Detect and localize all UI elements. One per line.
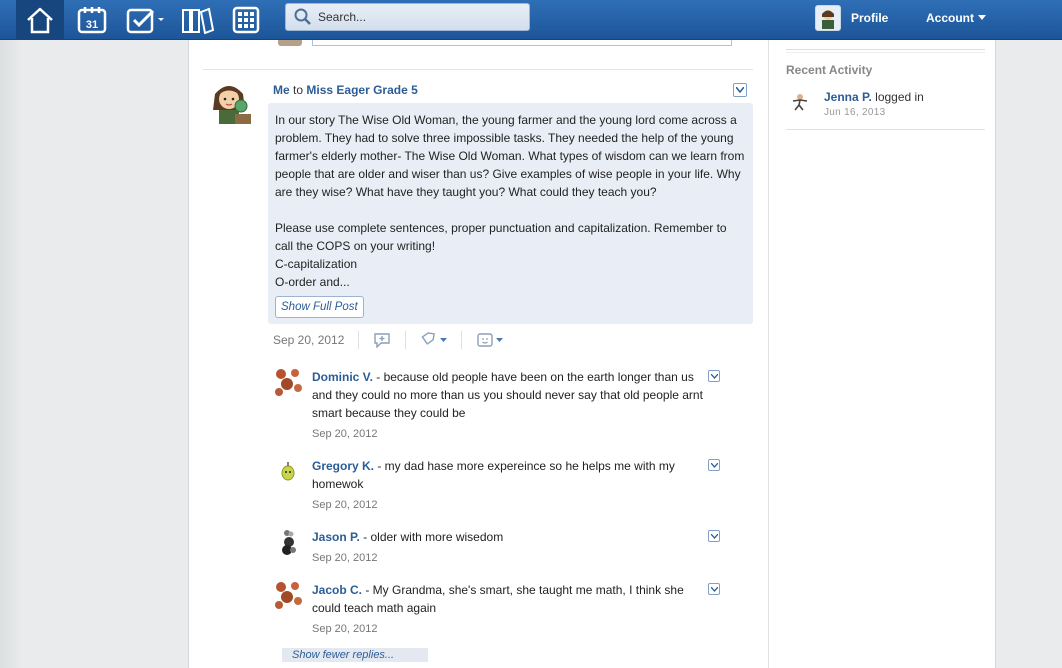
calendar-button[interactable]: 31 bbox=[72, 0, 112, 40]
post-options-dropdown[interactable] bbox=[733, 83, 747, 97]
apps-grid-icon bbox=[232, 6, 260, 34]
post-meta-bar: Sep 20, 2012 bbox=[273, 331, 504, 349]
library-icon bbox=[182, 7, 215, 34]
post-author-link[interactable]: Me bbox=[273, 83, 290, 97]
post-header: Me to Miss Eager Grade 5 bbox=[273, 83, 418, 97]
post-divider bbox=[203, 69, 753, 70]
assignments-button[interactable] bbox=[122, 0, 170, 40]
search-icon bbox=[294, 8, 311, 25]
reply-avatar[interactable] bbox=[273, 581, 303, 611]
calendar-icon: 31 bbox=[77, 7, 107, 34]
reply-icon bbox=[374, 333, 391, 348]
sidebar-divider bbox=[786, 52, 985, 53]
post-to-word: to bbox=[293, 83, 304, 97]
profile-button[interactable]: Profile bbox=[815, 5, 888, 31]
reply-button[interactable] bbox=[373, 332, 391, 348]
reply-text: Jacob C. - My Grandma, she's smart, she … bbox=[312, 581, 707, 617]
show-fewer-replies-link[interactable]: Show fewer replies... bbox=[282, 648, 428, 662]
search-input[interactable] bbox=[318, 10, 518, 24]
reply-options-dropdown[interactable] bbox=[708, 583, 720, 595]
reply-date: Sep 20, 2012 bbox=[312, 552, 378, 564]
recent-activity-title: Recent Activity bbox=[786, 63, 873, 77]
reply-item: Jacob C. - My Grandma, she's smart, she … bbox=[273, 581, 723, 637]
reply-avatar[interactable] bbox=[273, 457, 303, 487]
show-full-post-button[interactable]: Show Full Post bbox=[275, 296, 364, 318]
post-recipient-link[interactable]: Miss Eager Grade 5 bbox=[306, 83, 417, 97]
post-date: Sep 20, 2012 bbox=[273, 333, 345, 347]
smiley-icon bbox=[477, 333, 494, 347]
reply-date: Sep 20, 2012 bbox=[312, 499, 378, 511]
page-background-left bbox=[0, 40, 22, 668]
chevron-down-icon bbox=[736, 87, 744, 93]
reply-author-link[interactable]: Jacob C. bbox=[312, 583, 362, 597]
activity-date: Jun 16, 2013 bbox=[824, 107, 886, 118]
reply-text: Gregory K. - my dad hase more expereince… bbox=[312, 457, 707, 493]
reply-author-link[interactable]: Jason P. bbox=[312, 530, 360, 544]
chevron-down-icon bbox=[710, 462, 718, 468]
reply-item: Gregory K. - my dad hase more expereince… bbox=[273, 457, 723, 513]
post-line-3: C-capitalization bbox=[275, 257, 358, 271]
reply-item: Dominic V. - because old people have bee… bbox=[273, 368, 723, 442]
post-paragraph-1: In our story The Wise Old Woman, the you… bbox=[275, 113, 745, 199]
post-body: In our story The Wise Old Woman, the you… bbox=[268, 103, 753, 324]
previous-post-avatar bbox=[278, 40, 302, 46]
assignments-icon bbox=[126, 8, 164, 34]
activity-user-link[interactable]: Jenna P. bbox=[824, 90, 872, 104]
sidebar-divider bbox=[786, 129, 985, 130]
post-paragraph-2: Please use complete sentences, proper pu… bbox=[275, 221, 727, 253]
column-divider bbox=[768, 40, 769, 668]
svg-text:31: 31 bbox=[86, 19, 98, 31]
home-icon bbox=[27, 7, 53, 34]
reply-item: Jason P. - older with more wisedom Sep 2… bbox=[273, 528, 723, 566]
reply-message: - older with more wisedom bbox=[359, 530, 504, 544]
activity-action: logged in bbox=[871, 90, 924, 104]
reply-options-dropdown[interactable] bbox=[708, 459, 720, 471]
reaction-button[interactable] bbox=[476, 332, 504, 348]
profile-avatar bbox=[815, 5, 841, 31]
library-button[interactable] bbox=[178, 0, 218, 40]
reply-avatar[interactable] bbox=[273, 368, 303, 398]
profile-label: Profile bbox=[851, 11, 889, 25]
previous-post-reply-input[interactable] bbox=[312, 40, 732, 46]
reply-date: Sep 20, 2012 bbox=[312, 428, 378, 440]
reply-date: Sep 20, 2012 bbox=[312, 623, 378, 635]
reply-message: - My Grandma, she's smart, she taught me… bbox=[312, 583, 684, 615]
search-box[interactable] bbox=[285, 3, 530, 31]
home-button[interactable] bbox=[16, 0, 64, 40]
reply-text: Dominic V. - because old people have bee… bbox=[312, 368, 707, 422]
tag-icon bbox=[421, 332, 436, 345]
chevron-down-icon bbox=[710, 373, 718, 379]
activity-avatar[interactable] bbox=[790, 92, 810, 112]
chevron-down-icon bbox=[710, 533, 718, 539]
reply-options-dropdown[interactable] bbox=[708, 370, 720, 382]
chevron-down-icon bbox=[710, 586, 718, 592]
chevron-down-icon bbox=[496, 337, 504, 342]
top-navigation-bar: 31 Search... Profile Account bbox=[0, 0, 1062, 40]
account-menu-button[interactable]: Account bbox=[926, 11, 986, 25]
reply-author-link[interactable]: Gregory K. bbox=[312, 459, 374, 473]
tag-button[interactable] bbox=[420, 332, 448, 348]
activity-text: Jenna P. logged in bbox=[824, 90, 924, 104]
account-label: Account bbox=[926, 11, 974, 25]
reply-options-dropdown[interactable] bbox=[708, 530, 720, 542]
post-line-4: O-order and... bbox=[275, 275, 350, 289]
post-author-avatar[interactable] bbox=[205, 80, 253, 128]
sidebar-divider bbox=[786, 49, 985, 50]
reply-text: Jason P. - older with more wisedom bbox=[312, 528, 707, 546]
reply-avatar[interactable] bbox=[273, 528, 303, 558]
chevron-down-icon bbox=[978, 15, 986, 20]
reply-author-link[interactable]: Dominic V. bbox=[312, 370, 373, 384]
chevron-down-icon bbox=[440, 337, 448, 342]
apps-button[interactable] bbox=[228, 0, 264, 40]
